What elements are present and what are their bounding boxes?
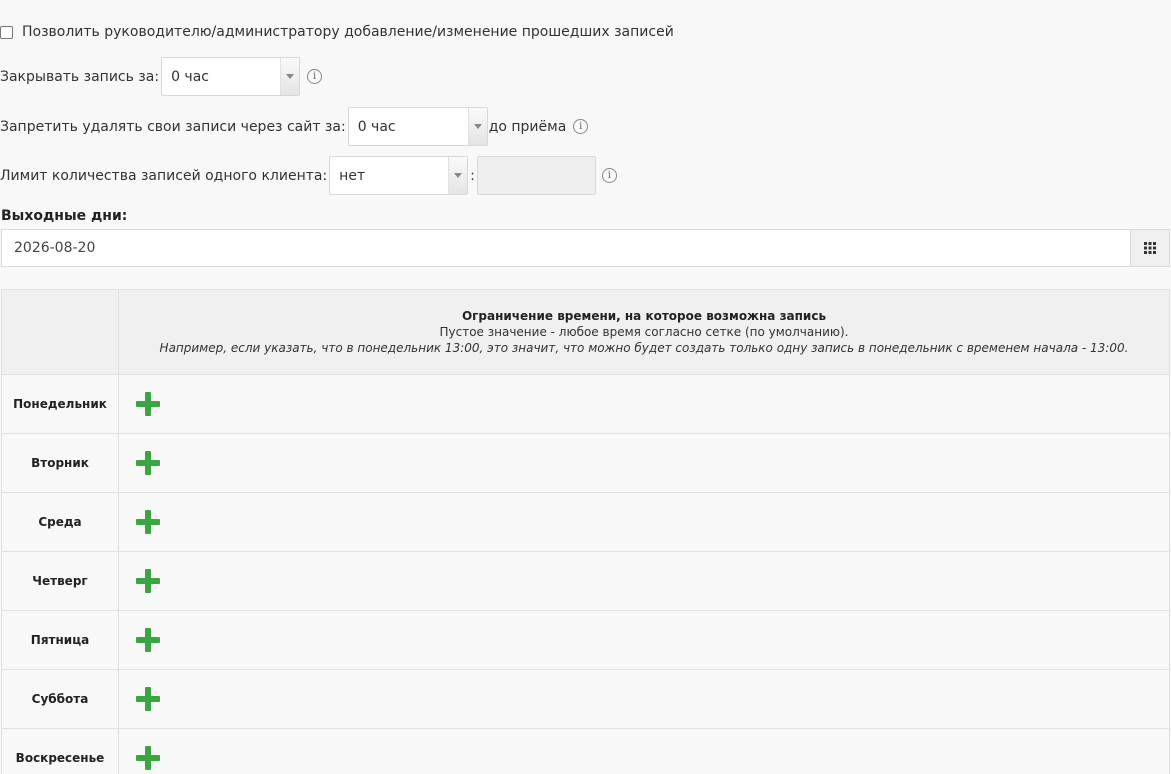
info-circle-icon[interactable]: i xyxy=(573,119,589,134)
day-times-cell xyxy=(118,433,1170,493)
allow-past-checkbox[interactable] xyxy=(0,25,13,39)
day-label: Четверг xyxy=(1,551,119,611)
calendar-picker-button[interactable] xyxy=(1130,229,1170,267)
day-label: Воскресенье xyxy=(1,728,119,774)
day-times-cell xyxy=(118,551,1170,611)
close-booking-label: Закрывать запись за: xyxy=(0,68,160,85)
day-times-cell xyxy=(118,610,1170,670)
close-booking-select[interactable]: 0 час xyxy=(161,57,301,96)
weekends-date-value: 2026-08-20 xyxy=(14,240,96,256)
client-limit-select[interactable]: нет xyxy=(329,156,469,195)
day-label: Пятница xyxy=(1,610,119,670)
plus-icon[interactable] xyxy=(136,628,160,652)
booking-settings-page: Позволить руководителю/администратору до… xyxy=(0,0,1171,774)
chevron-down-icon xyxy=(467,108,487,145)
time-restriction-note: Например, если указать, что в понедельни… xyxy=(159,341,1129,355)
plus-icon[interactable] xyxy=(136,746,160,770)
info-circle-icon[interactable]: i xyxy=(307,69,323,84)
chevron-down-icon xyxy=(280,58,300,95)
table-row: Четверг xyxy=(1,551,1170,611)
close-booking-value: 0 час xyxy=(171,68,209,85)
time-restriction-subtitle: Пустое значение - любое время согласно с… xyxy=(439,325,849,339)
table-row: Среда xyxy=(1,492,1170,552)
table-header-row: Ограничение времени, на которое возможна… xyxy=(1,289,1170,375)
weekends-field: 2026-08-20 xyxy=(1,229,1170,267)
close-booking-row: Закрывать запись за: 0 час i xyxy=(0,57,323,96)
table-header-info: Ограничение времени, на которое возможна… xyxy=(118,289,1170,375)
day-label: Вторник xyxy=(1,433,119,493)
time-restriction-title: Ограничение времени, на которое возможна… xyxy=(461,309,827,323)
plus-icon[interactable] xyxy=(136,569,160,593)
allow-past-row: Позволить руководителю/администратору до… xyxy=(0,24,674,40)
day-label: Суббота xyxy=(1,669,119,729)
plus-icon[interactable] xyxy=(136,451,160,475)
plus-icon[interactable] xyxy=(136,392,160,416)
forbid-delete-value: 0 час xyxy=(357,118,396,135)
weekends-label: Выходные дни: xyxy=(1,208,128,224)
plus-icon[interactable] xyxy=(136,510,160,534)
table-row: Воскресенье xyxy=(1,728,1170,774)
table-header-empty xyxy=(1,289,119,375)
info-circle-icon[interactable]: i xyxy=(601,168,617,183)
table-row: Вторник xyxy=(1,433,1170,493)
day-times-cell xyxy=(118,374,1170,434)
time-restriction-table: Ограничение времени, на которое возможна… xyxy=(1,289,1170,774)
client-limit-row: Лимит количества записей одного клиента:… xyxy=(0,156,617,195)
client-limit-value: нет xyxy=(339,167,366,184)
day-times-cell xyxy=(118,492,1170,552)
table-row: Суббота xyxy=(1,669,1170,729)
chevron-down-icon xyxy=(448,157,468,194)
plus-icon[interactable] xyxy=(136,687,160,711)
allow-past-label: Позволить руководителю/администратору до… xyxy=(22,24,674,40)
forbid-delete-row: Запретить удалять свои записи через сайт… xyxy=(0,107,589,146)
day-times-cell xyxy=(118,669,1170,729)
grid-calendar-icon xyxy=(1144,242,1156,254)
day-times-cell xyxy=(118,728,1170,774)
client-limit-separator: : xyxy=(470,167,475,184)
forbid-delete-suffix: до приёма xyxy=(488,118,567,135)
day-label: Понедельник xyxy=(1,374,119,434)
forbid-delete-select[interactable]: 0 час xyxy=(347,107,488,146)
table-row: Пятница xyxy=(1,610,1170,670)
day-label: Среда xyxy=(1,492,119,552)
client-limit-count-input[interactable] xyxy=(476,156,596,195)
client-limit-label: Лимит количества записей одного клиента: xyxy=(0,167,328,184)
table-row: Понедельник xyxy=(1,374,1170,434)
weekends-date-input[interactable]: 2026-08-20 xyxy=(1,229,1130,267)
forbid-delete-label: Запретить удалять свои записи через сайт… xyxy=(0,118,346,135)
